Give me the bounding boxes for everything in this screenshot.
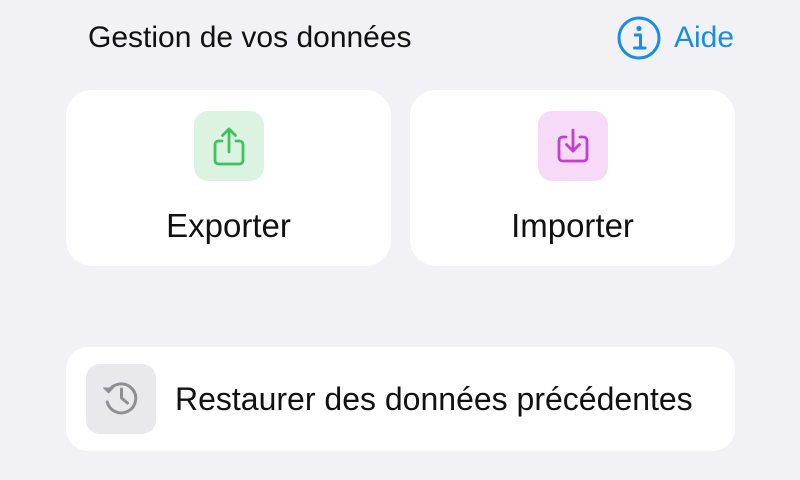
help-label: Aide [673, 21, 734, 54]
import-button[interactable]: Importer [410, 90, 735, 266]
restore-label: Restaurer des données précédentes [175, 381, 693, 417]
export-icon-tile [193, 111, 264, 181]
history-clock-icon [99, 375, 143, 424]
data-management-screen: Gestion de vos données Aide Exporter Imp… [0, 0, 800, 480]
restore-data-button[interactable]: Restaurer des données précédentes [66, 347, 735, 451]
share-export-icon [210, 125, 248, 167]
import-icon-tile [537, 111, 608, 181]
download-import-icon [554, 125, 592, 167]
export-label: Exporter [166, 207, 291, 244]
import-label: Importer [511, 207, 634, 244]
info-circle-icon [616, 15, 662, 61]
section-title: Gestion de vos données [88, 21, 412, 54]
export-button[interactable]: Exporter [66, 90, 391, 266]
help-link[interactable]: Aide [616, 15, 734, 61]
restore-icon-tile [86, 364, 156, 434]
